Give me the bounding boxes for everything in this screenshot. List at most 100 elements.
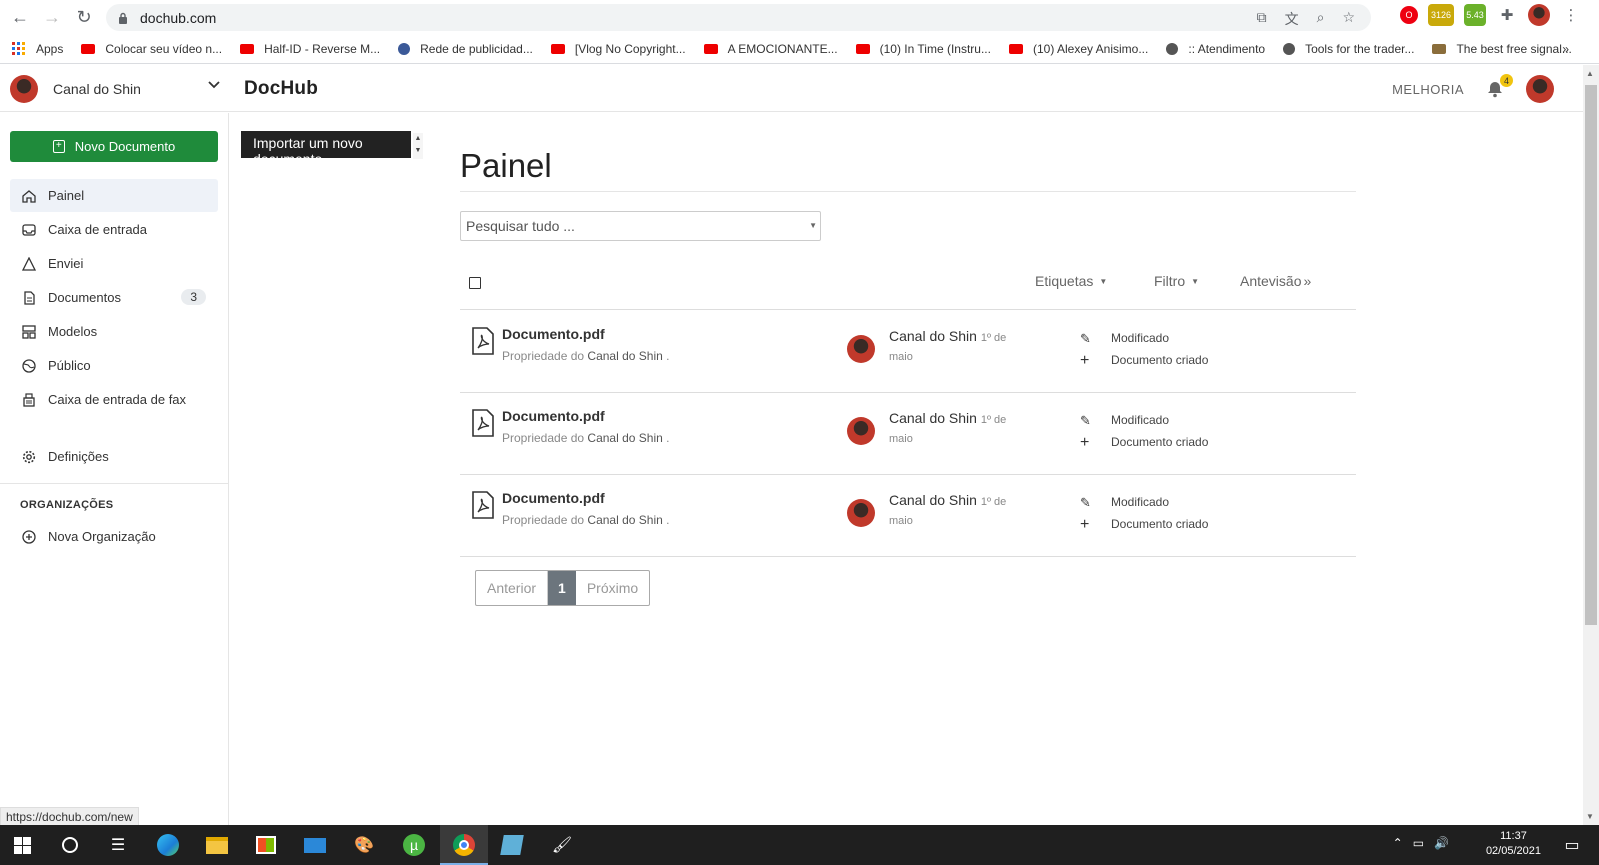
star-icon[interactable]: ☆ [1342,9,1355,29]
select-all-checkbox[interactable] [469,277,481,289]
bookmark-item[interactable]: (10) In Time (Instru... [855,42,991,56]
table-row[interactable]: Documento.pdf Propriedade do Canal do Sh… [460,475,1356,557]
tooltip-scroll-arrows[interactable]: ▲ ▼ [413,133,423,159]
document-name[interactable]: Documento.pdf [502,408,605,424]
plus-icon: + [1080,516,1090,533]
lock-icon [119,12,127,24]
brand-logo[interactable]: DocHub [244,78,318,100]
sidebar-item-fax[interactable]: Caixa de entrada de fax [10,383,218,416]
previous-page-button[interactable]: Anterior [476,571,549,605]
account-switcher[interactable]: Canal do Shin [10,75,220,103]
page-scrollbar[interactable]: ▲ ▼ [1583,65,1599,825]
scroll-down-icon[interactable]: ▼ [1586,812,1594,821]
new-organization-button[interactable]: Nova Organização [10,520,218,553]
mail-icon[interactable] [303,833,327,857]
sidebar-item-sent[interactable]: Enviei [10,247,218,280]
avatar [10,75,38,103]
bookmark-item[interactable]: Rede de publicidad... [398,42,533,56]
sent-icon [22,256,36,271]
bookmark-item[interactable]: (10) Alexey Anisimo... [1008,42,1148,56]
upgrade-link[interactable]: MELHORIA [1392,82,1464,97]
utorrent-icon[interactable]: µ [402,833,426,857]
bookmarks-bar: Apps Colocar seu vídeo n... Half-ID - Re… [0,34,1599,64]
bookmark-item[interactable]: Half-ID - Reverse M... [240,42,380,56]
search-icon[interactable] [58,833,82,857]
table-row[interactable]: Documento.pdf Propriedade do Canal do Sh… [460,393,1356,475]
document-owner: Propriedade do Canal do Shin . [502,431,670,445]
profile-avatar[interactable] [1528,4,1550,26]
store-icon[interactable] [254,833,278,857]
bookmark-item[interactable]: :: Atendimento [1166,42,1265,56]
translate-icon[interactable]: 文 [1285,9,1299,29]
back-icon[interactable]: ← [4,1,36,33]
author-info: Canal do Shin 1º de maio [889,328,1007,363]
forward-icon[interactable]: → [36,1,68,33]
next-page-button[interactable]: Próximo [576,571,649,605]
file-explorer-icon[interactable] [205,833,229,857]
sidebar-divider [0,483,229,484]
preview-toggle[interactable]: Antevisão» [1240,273,1311,289]
windows-start-icon[interactable] [10,833,34,857]
document-name[interactable]: Documento.pdf [502,326,605,342]
bookmark-apps[interactable]: Apps [12,41,63,56]
android-extension-icon[interactable]: 5.43 [1464,4,1486,26]
sidebar-item-templates[interactable]: Modelos [10,315,218,348]
sidebar-item-public[interactable]: Público [10,349,218,382]
search-input[interactable]: Pesquisar tudo ... ▼ [460,211,821,241]
document-name[interactable]: Documento.pdf [502,490,605,506]
new-document-tooltip: Importar um novo documento [241,131,411,158]
sidebar-item-inbox[interactable]: Caixa de entrada [10,213,218,246]
scroll-up-icon[interactable]: ▲ [1586,69,1594,78]
bookmark-item[interactable]: The best free signal... [1432,42,1572,56]
sidebar-item-painel[interactable]: Painel [10,179,218,212]
notifications-button[interactable]: 4 [1486,74,1513,98]
author-info: Canal do Shin 1º de maio [889,492,1007,527]
dropdown-caret-icon: ▼ [809,221,817,230]
caret-down-icon: ▼ [1191,277,1200,286]
chrome-icon[interactable] [452,833,476,857]
taskbar-clock[interactable]: 11:37 02/05/2021 [1486,829,1541,859]
labels-dropdown[interactable]: Etiquetas ▼ [1035,273,1107,289]
youtube-icon [855,43,870,54]
double-chevron-right-icon: » [1303,273,1312,289]
bookmark-item[interactable]: [Vlog No Copyright... [550,42,686,56]
edge-icon[interactable] [156,833,180,857]
table-row[interactable]: Documento.pdf Propriedade do Canal do Sh… [460,311,1356,393]
extension-badge-icon[interactable]: 3126 [1428,4,1454,26]
paint-3d-icon[interactable]: 🖌 [550,833,574,857]
open-external-icon[interactable]: ⧉ [1257,9,1267,29]
scroll-thumb[interactable] [1585,85,1597,625]
task-view-icon[interactable]: ☰ [106,833,130,857]
page-title: Painel [460,147,552,184]
fax-icon [23,392,35,407]
opera-extension-icon[interactable]: O [1400,6,1418,24]
activity-created: Documento criado [1111,435,1209,449]
pdf-file-icon [472,327,494,355]
reload-icon[interactable]: ↻ [68,1,100,33]
sidebar-item-settings[interactable]: Definições [10,440,218,473]
globe-icon [1166,42,1179,55]
notifications-center-icon[interactable]: ▭ [1560,833,1584,857]
filter-dropdown[interactable]: Filtro ▼ [1154,273,1199,289]
browser-menu-icon[interactable]: ⋮ [1560,4,1582,26]
bookmark-item[interactable]: Colocar seu vídeo n... [81,42,222,56]
new-document-icon: + [52,140,65,153]
bookmark-item[interactable]: Tools for the trader... [1283,42,1414,56]
paint-icon[interactable]: 🎨 [352,833,376,857]
more-bookmarks-button[interactable]: » [1562,42,1569,56]
user-avatar[interactable] [1526,75,1554,103]
puzzle-extensions-icon[interactable]: ✚ [1496,4,1518,26]
browser-toolbar: ← → ↻ dochub.com ⧉ 文 ⌕ ☆ O 3126 5.43 ✚ ⋮ [0,0,1599,34]
globe-icon [22,358,36,373]
sidebar-item-documents[interactable]: Documentos 3 [10,281,218,314]
youtube-icon [550,43,565,54]
activity-modified: Modificado [1111,495,1170,509]
system-tray-icons[interactable]: ⌃▭🔊 [1393,836,1459,850]
zoom-icon[interactable]: ⌕ [1317,9,1325,29]
address-bar[interactable]: dochub.com ⧉ 文 ⌕ ☆ [106,4,1371,31]
notes-app-icon[interactable] [500,833,524,857]
new-document-button[interactable]: + Novo Documento [10,131,218,162]
page-1-button[interactable]: 1 [548,571,576,605]
bookmark-item[interactable]: A EMOCIONANTE... [703,42,838,56]
templates-icon [22,324,36,339]
